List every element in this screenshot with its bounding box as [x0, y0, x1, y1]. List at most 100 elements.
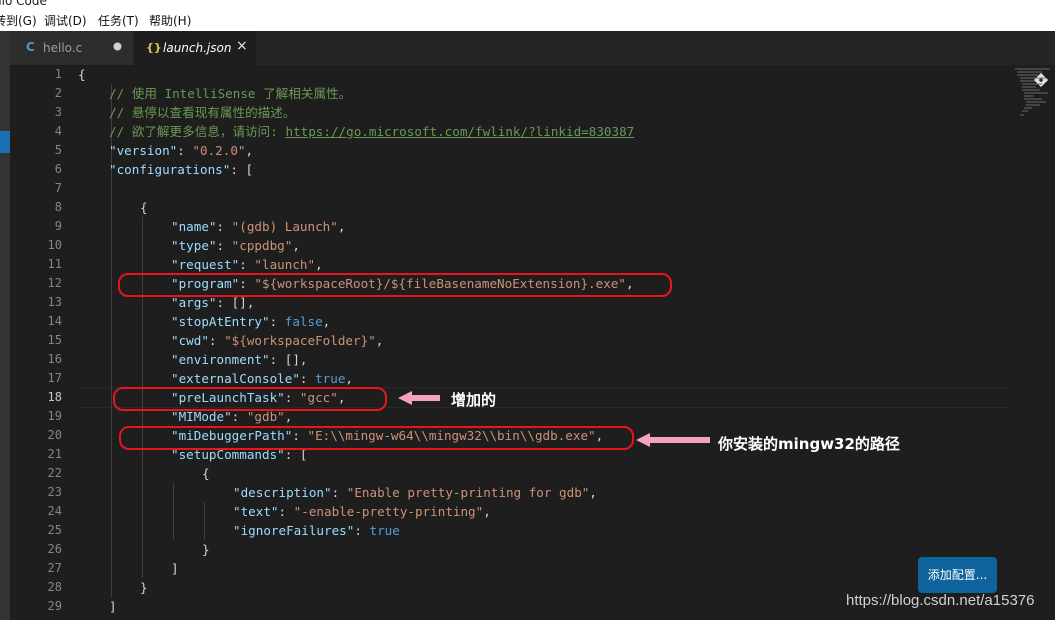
code-token: } [202, 542, 210, 557]
code-token: , [337, 219, 346, 234]
code-token: "text" [233, 504, 279, 519]
line-number: 13 [47, 295, 62, 309]
line-number: 19 [47, 409, 62, 423]
line-number: 14 [47, 314, 62, 328]
line-number: 23 [47, 485, 62, 499]
line-number: 20 [47, 428, 62, 442]
code-token: : [208, 333, 225, 348]
line-number: 29 [47, 599, 62, 613]
code-line: // 使用 IntelliSense 了解相关属性。 [109, 84, 351, 103]
code-line: "externalConsole": true, [171, 369, 353, 388]
line-number: 17 [47, 371, 62, 385]
line-number: 11 [47, 257, 62, 271]
code-token: { [140, 200, 148, 215]
code-line: { [140, 198, 148, 217]
line-number: 26 [47, 542, 62, 556]
add-configuration-button[interactable]: 添加配置... [918, 557, 997, 593]
code-token: // 悬停以查看现有属性的描述。 [109, 105, 296, 120]
code-token: // 使用 IntelliSense 了解相关属性。 [109, 86, 352, 101]
highlight-oval-prelaunchtask [113, 387, 387, 411]
code-line: "ignoreFailures": true [233, 521, 400, 540]
code-line: "configurations": [ [109, 160, 253, 179]
code-token: , [589, 485, 597, 500]
json-file-icon: {} [146, 41, 162, 54]
code-line: "request": "launch", [171, 255, 323, 274]
tab-label: hello.c [43, 41, 83, 55]
arrow-left-icon [398, 391, 440, 405]
code-token: : [269, 314, 285, 329]
line-number: 15 [47, 333, 62, 347]
tab-launch-json[interactable]: {} launch.json × [134, 31, 256, 65]
code-token: "name" [171, 219, 217, 234]
line-number: 24 [47, 504, 62, 518]
code-token: , [315, 257, 323, 272]
line-number: 5 [54, 143, 62, 157]
menu-item-help[interactable]: 帮助(H) [149, 12, 191, 29]
code-token: : [216, 219, 232, 234]
line-number: 27 [47, 561, 62, 575]
menu-bar: 转到(G) 调试(D) 任务(T) 帮助(H) [0, 10, 1055, 32]
menu-item-tasks[interactable]: 任务(T) [98, 12, 139, 29]
code-line: } [140, 578, 148, 597]
code-token: "launch" [254, 257, 316, 272]
code-line: "environment": [], [171, 350, 308, 369]
code-token: true [369, 523, 400, 538]
code-token: "version" [109, 143, 178, 158]
code-line: "name": "(gdb) Launch", [171, 217, 345, 236]
code-line: ] [109, 597, 117, 616]
code-token: false [284, 314, 323, 329]
line-number: 28 [47, 580, 62, 594]
c-file-icon: C [26, 40, 35, 54]
code-token: "request" [171, 257, 240, 272]
code-token: : [177, 143, 193, 158]
code-line: "cwd": "${workspaceFolder}", [171, 331, 383, 350]
line-number: 3 [54, 105, 62, 119]
code-line: "version": "0.2.0", [109, 141, 253, 160]
minimap[interactable] [1012, 65, 1055, 135]
watermark: https://blog.csdn.net/a15376 [846, 592, 1035, 609]
code-token: , [345, 371, 354, 386]
code-line: { [78, 65, 86, 84]
code-token: ] [171, 561, 179, 576]
line-number: 21 [47, 447, 62, 461]
window-title-bar: dio Code [0, 0, 1055, 10]
line-number: 12 [47, 276, 62, 290]
code-token: : [231, 409, 247, 424]
code-token: "gdb" [246, 409, 285, 424]
line-number: 22 [47, 466, 62, 480]
code-token: "(gdb) Launch" [231, 219, 338, 234]
code-token: { [78, 67, 86, 82]
code-line: "type": "cppdbg", [171, 236, 300, 255]
tab-hello-c[interactable]: C hello.c [10, 31, 133, 65]
code-editor[interactable]: { // 使用 IntelliSense 了解相关属性。 // 悬停以查看现有属性的… [78, 65, 1008, 620]
line-number: 7 [54, 181, 62, 195]
highlight-oval-midebuggerpath [119, 426, 634, 450]
code-token[interactable]: https://go.microsoft.com/fwlink/?linkid=… [285, 124, 634, 139]
code-token: , [322, 314, 331, 329]
code-token: , [483, 504, 491, 519]
arrow-left-icon [636, 433, 710, 447]
code-token: "cwd" [171, 333, 209, 348]
menu-item-debug[interactable]: 调试(D) [44, 12, 87, 29]
code-line: "stopAtEntry": false, [171, 312, 330, 331]
code-token: , [292, 238, 300, 253]
close-icon[interactable]: × [236, 38, 248, 54]
code-token: ] [109, 599, 117, 614]
unsaved-dot-icon[interactable] [113, 40, 122, 54]
activity-bar [0, 31, 10, 620]
code-token: "args" [171, 295, 217, 310]
menu-item-goto[interactable]: 转到(G) [0, 12, 37, 29]
window-title: dio Code [0, 0, 47, 8]
code-line: // 欲了解更多信息，请访问: https://go.microsoft.com… [109, 122, 634, 141]
line-number: 10 [47, 238, 62, 252]
code-token: , [284, 409, 293, 424]
tab-label: launch.json [163, 41, 232, 55]
indent-guide [173, 483, 174, 540]
line-number: 8 [54, 200, 62, 214]
code-token: "0.2.0" [192, 143, 246, 158]
code-token: "description" [233, 485, 332, 500]
code-token: "${workspaceFolder}" [224, 333, 376, 348]
code-token: true [315, 371, 346, 386]
line-number: 25 [47, 523, 62, 537]
code-line: // 悬停以查看现有属性的描述。 [109, 103, 295, 122]
